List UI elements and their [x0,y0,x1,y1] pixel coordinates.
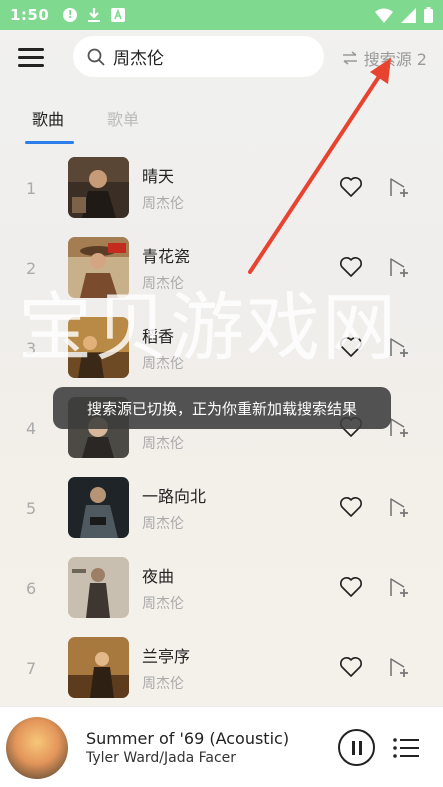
song-artist: 周杰伦 [142,596,184,612]
hamburger-icon-line [18,48,44,51]
favorite-heart-icon[interactable] [339,576,363,598]
menu-button[interactable] [18,48,44,68]
song-artist: 周杰伦 [142,276,184,292]
album-cover [68,317,129,378]
song-index: 2 [26,259,37,278]
song-row[interactable]: 5 一路向北 周杰伦 [0,477,443,557]
song-artist: 周杰伦 [142,436,184,452]
song-title: 兰亭序 [142,647,191,666]
toast-message: 搜索源已切换，正为你重新加载搜索结果 [53,387,391,429]
mini-player[interactable]: Summer of '69 (Acoustic) Tyler Ward/Jada… [0,706,443,787]
song-title: 青花瓷 [142,247,191,266]
search-query: 周杰伦 [113,49,164,69]
song-row[interactable]: 6 夜曲 周杰伦 [0,557,443,637]
add-to-playlist-icon[interactable] [389,336,411,358]
song-index: 4 [26,419,37,438]
hamburger-icon-line [18,64,44,67]
pause-icon-bar [359,741,362,755]
pause-button[interactable] [338,729,375,766]
song-artist: 周杰伦 [142,196,184,212]
wifi-icon [375,8,393,23]
song-artist: 周杰伦 [142,516,184,532]
song-index: 5 [26,499,37,518]
add-to-playlist-icon[interactable] [389,496,411,518]
status-bar: 1:50 ! [0,0,443,30]
app-notification-icon [111,8,126,22]
add-to-playlist-icon[interactable] [389,176,411,198]
now-playing-title: Summer of '69 (Acoustic) [86,729,290,748]
tab-songs[interactable]: 歌曲 [32,106,64,130]
song-title: 稻香 [142,327,175,346]
song-index: 1 [26,179,37,198]
download-icon [88,8,101,22]
switch-arrows-icon [342,51,357,65]
tab-playlists[interactable]: 歌单 [107,106,139,130]
add-to-playlist-icon[interactable] [389,256,411,278]
song-title: 晴天 [142,167,175,186]
now-playing-artist: Tyler Ward/Jada Facer [86,750,237,766]
song-index: 6 [26,579,37,598]
favorite-heart-icon[interactable] [339,256,363,278]
add-to-playlist-icon[interactable] [389,416,411,438]
favorite-heart-icon[interactable] [339,336,363,358]
favorite-heart-icon[interactable] [339,656,363,678]
search-source-button[interactable]: 搜索源 2 [342,46,427,70]
album-cover [68,477,129,538]
add-to-playlist-icon[interactable] [389,656,411,678]
song-artist: 周杰伦 [142,356,184,372]
song-title: 夜曲 [142,567,175,586]
search-icon [87,48,105,66]
signal-icon [401,7,416,23]
alert-icon: ! [63,8,78,22]
now-playing-cover[interactable] [6,717,68,779]
search-input[interactable]: 周杰伦 [73,36,324,77]
favorite-heart-icon[interactable] [339,176,363,198]
album-cover [68,637,129,698]
song-title: 一路向北 [142,487,207,506]
add-to-playlist-icon[interactable] [389,576,411,598]
pause-icon-bar [352,741,355,755]
song-row[interactable]: 3 稻香 周杰伦 [0,317,443,397]
album-cover [68,237,129,298]
song-row[interactable]: 2 青花瓷 周杰伦 [0,237,443,317]
hamburger-icon-line [18,56,44,59]
status-time: 1:50 [10,6,50,24]
song-index: 7 [26,659,37,678]
favorite-heart-icon[interactable] [339,496,363,518]
search-source-label: 搜索源 2 [363,50,427,69]
album-cover [68,157,129,218]
playlist-icon[interactable] [393,737,420,759]
song-index: 3 [26,339,37,358]
song-artist: 周杰伦 [142,676,184,692]
song-row[interactable]: 7 兰亭序 周杰伦 [0,637,443,717]
album-cover [68,557,129,618]
battery-icon [424,7,433,23]
active-tab-indicator [25,141,74,144]
song-row[interactable]: 1 晴天 周杰伦 [0,157,443,237]
